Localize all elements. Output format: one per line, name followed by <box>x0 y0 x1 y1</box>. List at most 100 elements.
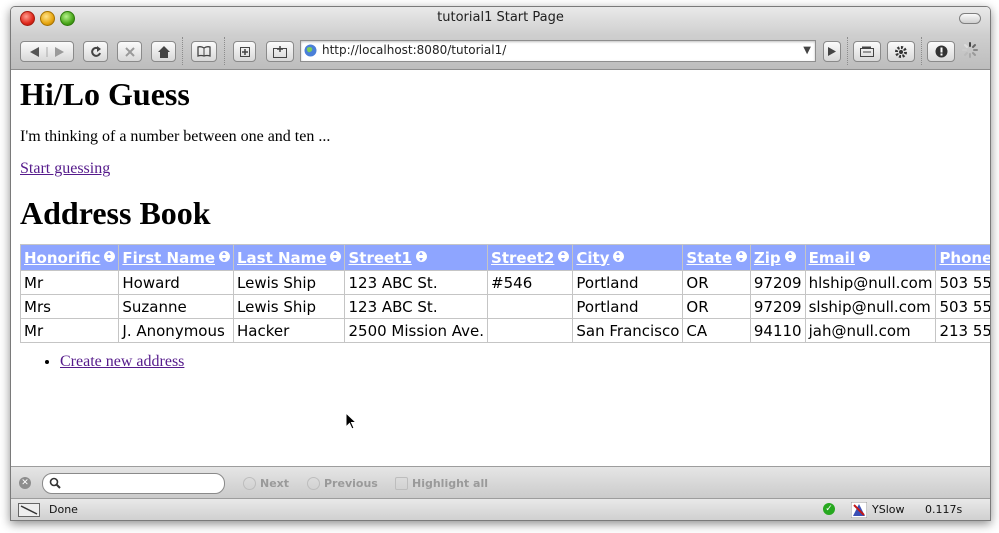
close-find-bar-icon[interactable]: ✕ <box>19 477 31 489</box>
sort-link[interactable]: Phone <box>939 249 990 267</box>
sort-link[interactable]: Email <box>809 249 855 267</box>
sort-link[interactable]: Last Name <box>237 249 326 267</box>
find-next-button[interactable]: Next <box>243 477 289 490</box>
highlight-icon <box>395 477 408 490</box>
cell-street2 <box>487 318 574 343</box>
column-header[interactable]: Street2 <box>487 244 574 271</box>
cell-first-name: Suzanne <box>118 294 234 319</box>
stop-button[interactable] <box>117 41 142 62</box>
sort-link[interactable]: State <box>686 249 731 267</box>
alert-icon <box>935 45 947 58</box>
stop-icon <box>124 46 135 57</box>
sort-link[interactable]: Honorific <box>24 249 100 267</box>
sort-link[interactable]: First Name <box>122 249 215 267</box>
browser-chrome: tutorial1 Start Page http://localhost:80… <box>11 7 990 70</box>
column-header[interactable]: Last Name <box>232 244 346 271</box>
cell-zip: 97209 <box>749 270 806 295</box>
chevron-down-icon <box>243 477 256 490</box>
intro-text: I'm thinking of a number between one and… <box>20 128 331 145</box>
cell-street1: 123 ABC St. <box>344 294 489 319</box>
find-previous-button[interactable]: Previous <box>307 477 378 490</box>
cell-city: Portland <box>572 270 684 295</box>
globe-icon <box>304 44 317 57</box>
column-header[interactable]: First Name <box>118 244 234 271</box>
sort-icon[interactable] <box>219 250 230 262</box>
cell-first-name: Howard <box>118 270 234 295</box>
toolbar-separator <box>224 37 226 65</box>
gear-icon <box>895 45 907 58</box>
cell-last-name: Lewis Ship <box>232 294 346 319</box>
cell-city: San Francisco <box>572 318 684 343</box>
cell-honorific: Mrs <box>19 294 120 319</box>
sort-icon[interactable] <box>735 250 747 262</box>
settings-button[interactable] <box>887 41 915 62</box>
load-time: 0.117s <box>925 503 963 516</box>
cell-phone: 503 555 1212 <box>935 270 990 295</box>
cell-first-name: J. Anonymous <box>118 318 234 343</box>
column-header[interactable]: State <box>682 244 751 271</box>
sort-icon[interactable] <box>858 250 870 262</box>
sort-icon[interactable] <box>784 250 796 262</box>
table-header-row: Honorific First Name Last Name Street1 S… <box>19 244 990 271</box>
sort-link[interactable]: Zip <box>754 249 781 267</box>
column-header[interactable]: Email <box>804 244 937 271</box>
yslow-label[interactable]: YSlow <box>872 503 904 516</box>
table-row: Mr Howard Lewis Ship 123 ABC St. #546 Po… <box>19 270 990 295</box>
start-guessing-link[interactable]: Start guessing <box>20 160 110 177</box>
new-tab-button[interactable] <box>266 41 294 62</box>
highlight-all-label: Highlight all <box>412 477 488 490</box>
home-button[interactable] <box>151 41 176 62</box>
column-header[interactable]: Zip <box>749 244 806 271</box>
url-bar[interactable]: http://localhost:8080/tutorial1/ ▼ <box>300 40 816 62</box>
address-table: Honorific First Name Last Name Street1 S… <box>19 244 990 343</box>
url-history-dropdown-icon[interactable]: ▼ <box>803 45 811 56</box>
home-icon <box>157 45 170 58</box>
column-header[interactable]: Phone <box>935 244 990 271</box>
toolbar-toggle-button[interactable] <box>959 13 981 24</box>
sort-link[interactable]: City <box>576 249 609 267</box>
column-header[interactable]: City <box>572 244 684 271</box>
yslow-icon[interactable] <box>851 502 867 518</box>
status-text: Done <box>49 503 78 516</box>
chevron-up-icon <box>307 477 320 490</box>
toolbar-separator <box>847 37 849 65</box>
find-input[interactable] <box>42 473 225 494</box>
list-item: Create new address <box>60 353 981 371</box>
column-header[interactable]: Honorific <box>19 244 120 271</box>
create-address-link[interactable]: Create new address <box>60 353 184 370</box>
loading-spinner-icon <box>962 42 978 58</box>
cell-email: hlship@null.com <box>804 270 937 295</box>
sort-link[interactable]: Street2 <box>491 249 554 267</box>
highlight-all-button[interactable]: Highlight all <box>395 477 488 490</box>
find-next-label: Next <box>260 477 290 490</box>
sort-icon[interactable] <box>415 250 427 262</box>
bookmarks-button[interactable] <box>191 41 217 62</box>
sort-icon[interactable] <box>104 250 116 262</box>
page-content: Hi/Lo Guess I'm thinking of a number bet… <box>11 70 990 463</box>
cell-street2 <box>487 294 574 319</box>
plus-icon <box>239 46 250 57</box>
column-header[interactable]: Street1 <box>344 244 489 271</box>
cell-phone: 503 555 1214 <box>935 294 990 319</box>
search-icon <box>49 477 61 489</box>
table-row: Mrs Suzanne Lewis Ship 123 ABC St. Portl… <box>19 294 990 319</box>
go-button[interactable] <box>823 41 841 62</box>
add-bookmark-button[interactable] <box>233 41 256 62</box>
security-ok-icon[interactable]: ✓ <box>823 503 835 515</box>
tabs-button[interactable] <box>853 41 881 62</box>
cell-street1: 123 ABC St. <box>344 270 489 295</box>
actions-list: Create new address <box>20 353 981 371</box>
alert-button[interactable] <box>927 41 955 62</box>
sort-icon[interactable] <box>613 250 625 262</box>
back-forward-button[interactable] <box>20 41 74 62</box>
tabs-icon <box>860 46 874 57</box>
url-text[interactable]: http://localhost:8080/tutorial1/ <box>322 43 506 57</box>
reload-button[interactable] <box>83 41 108 62</box>
toolbar-separator <box>182 37 184 65</box>
sort-icon[interactable] <box>558 250 570 262</box>
reload-icon <box>90 45 101 57</box>
sort-link[interactable]: Street1 <box>348 249 411 267</box>
toolbar-separator <box>921 37 923 65</box>
sort-icon[interactable] <box>330 250 342 262</box>
cell-state: OR <box>682 294 751 319</box>
